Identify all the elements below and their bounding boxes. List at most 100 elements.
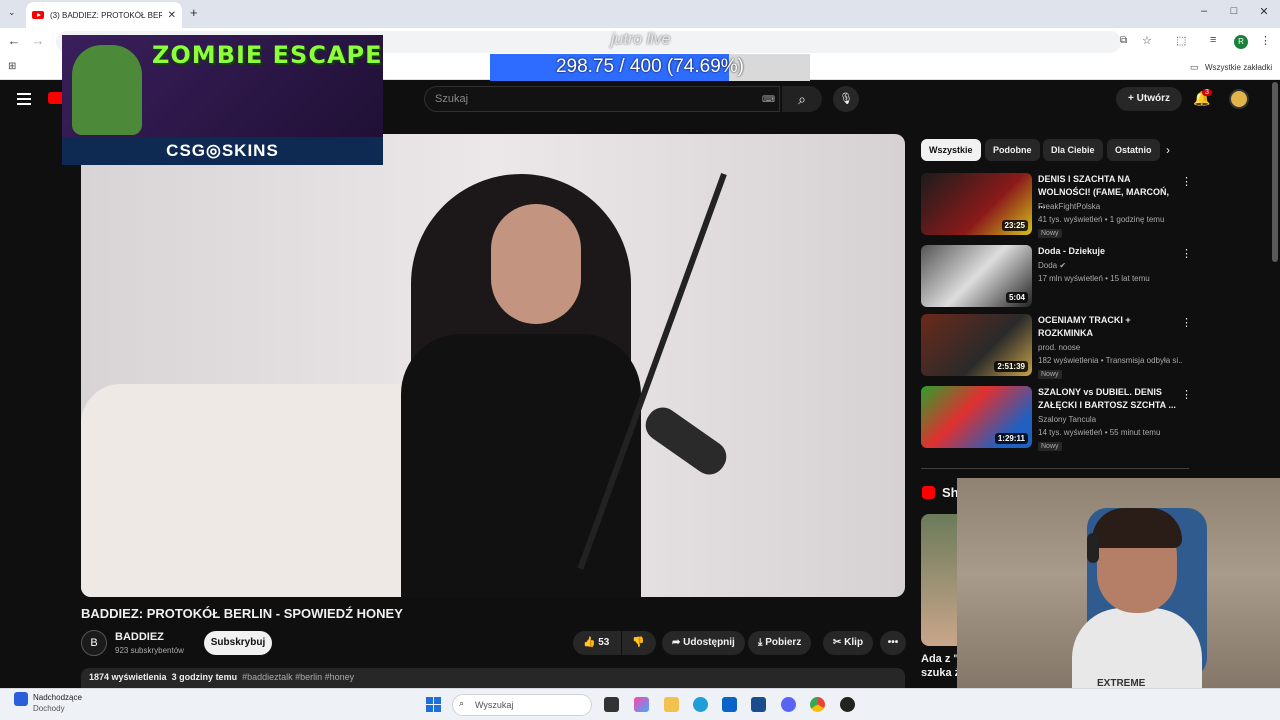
minimize-icon[interactable]: – <box>1196 5 1212 17</box>
more-options-icon[interactable]: ⋮ <box>1181 388 1192 401</box>
chip-related[interactable]: Podobne <box>985 139 1040 161</box>
channel-avatar[interactable]: B <box>81 630 107 656</box>
view-count: 1874 wyświetlenia <box>89 672 167 682</box>
sponsor-logo: CSG◎SKINS <box>166 141 279 160</box>
share-icon: ➦ <box>672 637 681 648</box>
more-options-icon[interactable]: ⋮ <box>1181 247 1192 260</box>
outlook-icon[interactable] <box>722 697 737 712</box>
recommendation-meta: 17 mln wyświetleń • 15 lat temu <box>1038 274 1150 283</box>
file-explorer-icon[interactable] <box>664 697 679 712</box>
video-thumbnail[interactable]: 1:29:11 <box>921 386 1032 448</box>
chrome-icon[interactable] <box>810 697 825 712</box>
recommendation-item[interactable]: 5:04 Doda - Dziekuje Doda ✔ 17 mln wyświ… <box>921 245 1192 309</box>
chip-all[interactable]: Wszystkie <box>921 139 981 161</box>
search-icon: ⌕ <box>798 91 806 107</box>
chevron-right-icon[interactable]: › <box>1166 143 1170 157</box>
widgets-icon[interactable] <box>14 692 28 706</box>
recommendation-title[interactable]: SZALONY vs DUBIEL. DENIS ZAŁĘCKI I BARTO… <box>1038 386 1176 412</box>
shorts-icon <box>922 486 935 499</box>
more-actions-button[interactable]: ••• <box>880 631 906 655</box>
new-badge: Nowy <box>1038 442 1062 451</box>
reading-list-icon[interactable]: ≡ <box>1210 34 1216 46</box>
search-button[interactable]: ⌕ <box>782 86 822 112</box>
more-options-icon[interactable]: ⋮ <box>1181 316 1192 329</box>
page-scrollbar[interactable] <box>1272 82 1278 262</box>
maximize-icon[interactable]: □ <box>1226 5 1242 17</box>
store-icon[interactable] <box>751 697 766 712</box>
video-duration: 2:51:39 <box>994 361 1028 372</box>
new-tab-icon[interactable]: + <box>190 5 198 20</box>
search-input[interactable]: Szukaj <box>424 86 780 112</box>
video-thumbnail[interactable]: 5:04 <box>921 245 1032 307</box>
menu-hamburger-icon[interactable] <box>17 93 31 105</box>
short-thumbnail[interactable] <box>921 514 957 646</box>
new-badge: Nowy <box>1038 370 1062 379</box>
user-avatar[interactable] <box>1229 89 1249 109</box>
recommendation-meta: 41 tys. wyświetleń • 1 godzinę temu <box>1038 215 1165 224</box>
video-thumbnail[interactable]: 23:25 <box>921 173 1032 235</box>
recommendation-meta: 182 wyświetlenia • Transmisja odbyła si.… <box>1038 356 1183 365</box>
all-bookmarks-link[interactable]: Wszystkie zakładki <box>1205 63 1272 72</box>
bookmark-star-icon[interactable]: ☆ <box>1142 34 1152 47</box>
hashtags[interactable]: #baddieztalk #berlin #honey <box>242 672 354 682</box>
subscriber-count: 923 subskrybentów <box>115 646 184 655</box>
search-icon: ⌕ <box>459 698 465 708</box>
apps-grid-icon[interactable]: ⊞ <box>8 61 16 72</box>
recommendation-item[interactable]: 23:25 DENIS I SZACHTA NA WOLNOŚCI! (FAME… <box>921 173 1192 238</box>
sponsor-banner: ZOMBIE ESCAPE CSG◎SKINS <box>62 35 383 165</box>
donation-goal-bar: 298.75 / 400 (74.69%) <box>490 54 810 81</box>
video-duration: 23:25 <box>1001 220 1028 231</box>
recommendation-channel[interactable]: FreakFightPolska <box>1038 202 1100 211</box>
taskbar-search[interactable]: Wyszukaj <box>452 694 592 716</box>
windows-start-icon[interactable] <box>426 697 441 712</box>
extensions-icon[interactable]: ⬚ <box>1176 34 1186 47</box>
tab-title: (3) BADDIEZ: PROTOKÓŁ BERLIN <box>50 10 162 20</box>
channel-name[interactable]: BADDIEZ <box>115 631 164 643</box>
short-title[interactable]: Ada z "F szuka ż <box>921 652 957 680</box>
dislike-button[interactable]: 👎 <box>622 631 656 655</box>
subscribe-button[interactable]: Subskrybuj <box>204 631 272 655</box>
more-options-icon[interactable]: ⋮ <box>1181 175 1192 188</box>
back-icon[interactable]: ← <box>6 33 22 48</box>
voice-search-button[interactable]: 🎙 <box>833 86 859 112</box>
menu-dots-icon[interactable]: ⋮ <box>1260 34 1271 47</box>
recommendation-channel[interactable]: Szalony Tancula <box>1038 415 1096 424</box>
clip-button[interactable]: ✂ Klip <box>823 631 874 655</box>
recommendation-title[interactable]: Doda - Dziekuje <box>1038 245 1176 258</box>
download-icon: ⤓ <box>758 637 763 648</box>
video-title: BADDIEZ: PROTOKÓŁ BERLIN - SPOWIEDŹ HONE… <box>81 606 403 621</box>
profile-avatar[interactable]: R <box>1234 35 1248 49</box>
obs-icon[interactable] <box>840 697 855 712</box>
task-view-icon[interactable] <box>604 697 619 712</box>
recommendation-channel[interactable]: Doda ✔ <box>1038 261 1066 270</box>
description-box[interactable]: 1874 wyświetlenia 3 godziny temu #baddie… <box>81 668 905 688</box>
recommendation-title[interactable]: OCENIAMY TRACKI + ROZKMINKA <box>1038 314 1176 340</box>
share-button[interactable]: ➦ Udostępnij <box>662 631 745 655</box>
create-button[interactable]: + Utwórz <box>1116 87 1182 111</box>
like-button[interactable]: 👍 53 <box>573 631 621 655</box>
chip-for-you[interactable]: Dla Ciebie <box>1043 139 1103 161</box>
video-player[interactable] <box>81 134 905 597</box>
recommendation-channel[interactable]: prod. noose <box>1038 343 1080 352</box>
keyboard-icon[interactable]: ⌨ <box>762 94 775 105</box>
tab-close-icon[interactable]: ✕ <box>168 10 176 21</box>
thumbs-up-icon: 👍 <box>583 637 596 648</box>
video-thumbnail[interactable]: 2:51:39 <box>921 314 1032 376</box>
copilot-icon[interactable] <box>634 697 649 712</box>
window-close-icon[interactable]: ✕ <box>1256 5 1272 18</box>
cast-icon[interactable]: ⧉ <box>1120 35 1127 46</box>
tab-search-icon[interactable]: ⌄ <box>8 7 16 18</box>
tab-youtube[interactable]: (3) BADDIEZ: PROTOKÓŁ BERLIN ✕ <box>26 2 182 28</box>
ad-title: ZOMBIE ESCAPE <box>152 41 383 69</box>
widget-title[interactable]: Nadchodzące <box>33 693 82 702</box>
discord-icon[interactable] <box>781 697 796 712</box>
recommendation-meta: 14 tys. wyświetleń • 55 minut temu <box>1038 428 1161 437</box>
recommendation-item[interactable]: 2:51:39 OCENIAMY TRACKI + ROZKMINKA prod… <box>921 314 1192 379</box>
forward-icon[interactable]: → <box>30 33 46 48</box>
download-button[interactable]: ⤓ Pobierz <box>748 631 812 655</box>
video-duration: 5:04 <box>1005 292 1028 303</box>
recommendation-item[interactable]: 1:29:11 SZALONY vs DUBIEL. DENIS ZAŁĘCKI… <box>921 386 1192 451</box>
chip-recent[interactable]: Ostatnio <box>1107 139 1160 161</box>
video-frame-microphone <box>639 401 733 481</box>
edge-icon[interactable] <box>693 697 708 712</box>
